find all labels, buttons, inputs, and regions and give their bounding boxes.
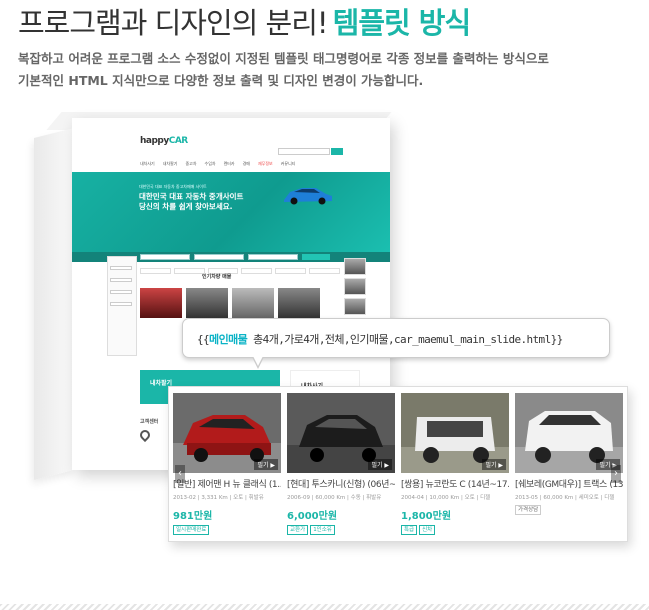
bubble-tail-inner — [253, 356, 263, 366]
site-right-ad — [344, 278, 366, 295]
site-nav-item: 경매 — [242, 161, 250, 166]
site-tab — [309, 268, 340, 274]
site-nav-item: 커뮤니티 — [280, 161, 296, 166]
listing-card[interactable]: 필기 ▶ [쉐보레(GM대우)] 트랙스 (13... 2013-05 | 60… — [515, 393, 623, 515]
headline: 프로그램과 디자인의 분리! 템플릿 방식 — [18, 0, 471, 42]
site-section-title: 인기차량 매물 — [202, 274, 232, 280]
listing-image: 필기 ▶ — [401, 393, 509, 473]
site-left-panel-field — [110, 266, 132, 270]
listing-title[interactable]: [일반] 제어맨 H 뉴 클래식 (1... — [173, 477, 281, 490]
listing-card[interactable]: 필기 ▶ [쌍용] 뉴코란도 C (14년~17... 2004-04 | 10… — [401, 393, 509, 535]
site-tab-row — [140, 268, 340, 276]
listing-title[interactable]: [쌍용] 뉴코란도 C (14년~17... — [401, 477, 509, 490]
site-tab — [241, 268, 273, 274]
site-thumb — [232, 288, 274, 318]
hero-title: 대한민국 대표 자동차 중개사이트 당신의 차를 쉽게 찾아보세요. — [139, 192, 279, 212]
listing-meta: 2013-05 | 60,000 Km | 세미오토 | 디젤 — [515, 495, 615, 501]
site-thumb — [140, 288, 182, 318]
listing-tags: 교환가 1인소유 — [287, 525, 395, 535]
headline-main: 프로그램과 디자인의 분리! — [18, 6, 329, 40]
site-left-panel-field — [110, 278, 132, 282]
site-filter-select — [140, 254, 190, 260]
hero-title-line-1: 대한민국 대표 자동차 중개사이트 — [139, 192, 244, 201]
hero-car-image — [284, 188, 332, 205]
listing-tag[interactable]: 가격상담 — [515, 505, 542, 515]
site-search-input — [278, 148, 330, 155]
listing-card[interactable]: 필기 ▶ [현대] 투스카니(신형) (06년~... 2006-09 | 60… — [287, 393, 395, 535]
location-pin-icon — [137, 427, 153, 443]
site-left-panel — [107, 256, 137, 356]
bottom-divider — [0, 604, 649, 610]
site-nav-item: 중고차 — [185, 161, 197, 166]
listing-meta: 2004-04 | 10,000 Km | 오토 | 디젤 — [401, 495, 491, 501]
listing-price: 981만원 — [173, 511, 213, 522]
template-tag-bubble: {{메인매물 총4개,가로4개,전체,인기매물,car_maemul_main_… — [182, 318, 610, 358]
listing-title[interactable]: [쉐보레(GM대우)] 트랙스 (13... — [515, 477, 623, 490]
headline-accent: 템플릿 방식 — [332, 6, 471, 40]
listing-image: 필기 ▶ — [173, 393, 281, 473]
listing-title[interactable]: [현대] 투스카니(신형) (06년~... — [287, 477, 395, 490]
description-line-1: 복잡하고 어려운 프로그램 소스 수정없이 지정된 템플릿 태그명령어로 각종 … — [18, 51, 549, 66]
listing-meta: 2013-02 | 3,331 Km | 오토 | 휘발유 — [173, 495, 264, 501]
listing-badge: 필기 ▶ — [482, 459, 506, 470]
listing-tag: 1인소유 — [310, 525, 335, 535]
listing-card[interactable]: 필기 ▶ [일반] 제어맨 H 뉴 클래식 (1... 2013-02 | 3,… — [173, 393, 281, 535]
site-logo: happyCAR — [140, 136, 188, 146]
site-logo-main: happy — [140, 136, 169, 146]
site-filter-button — [302, 254, 330, 260]
listing-badge: 필기 ▶ — [254, 459, 278, 470]
site-nav-item: 재무정보 — [257, 161, 273, 166]
site-nav-item: 수입차 — [204, 161, 216, 166]
listing-image: 필기 ▶ — [287, 393, 395, 473]
listing-tag: 교환가 — [287, 525, 309, 535]
site-right-ad — [344, 258, 366, 275]
listing-price: 6,000만원 — [287, 511, 338, 522]
site-nav-item: 내차팔기 — [162, 161, 178, 166]
listing-tag: 일시판매완료 — [173, 525, 210, 535]
listing-panel: 필기 ▶ [일반] 제어맨 H 뉴 클래식 (1... 2013-02 | 3,… — [168, 386, 628, 542]
listing-badge: 필기 ▶ — [368, 459, 392, 470]
hero-title-line-2: 당신의 차를 쉽게 찾아보세요. — [139, 202, 233, 211]
template-tag-rest: 총4개,가로4개,전체,인기매물,car_maemul_main_slide.h… — [247, 333, 563, 346]
site-tab — [275, 268, 307, 274]
listing-tags: 특급 신차 — [401, 525, 509, 535]
site-left-panel-field — [110, 290, 132, 294]
listing-tag: 특급 — [401, 525, 418, 535]
box-side — [34, 128, 74, 480]
description: 복잡하고 어려운 프로그램 소스 수정없이 지정된 템플릿 태그명령어로 각종 … — [18, 48, 628, 92]
hero-subtitle: 대한민국 대표 자동차 중고차매매 사이트 — [139, 184, 207, 189]
site-hero-banner: 대한민국 대표 자동차 중고차매매 사이트 대한민국 대표 자동차 중개사이트 … — [72, 172, 390, 252]
site-right-ad — [344, 298, 366, 315]
listing-tags: 일시판매완료 — [173, 525, 281, 535]
description-line-2: 기본적인 HTML 지식만으로 다양한 정보 출력 및 디자인 변경이 가능합니… — [18, 73, 424, 88]
site-footer-cs: 고객센터 — [140, 419, 159, 425]
site-logo-car: CAR — [168, 136, 189, 146]
chevron-right-icon[interactable]: › — [611, 465, 621, 483]
site-filter-select — [194, 254, 244, 260]
site-nav-item: 렌터카 — [223, 161, 235, 166]
site-nav-item: 내차사기 — [140, 161, 155, 166]
site-thumb-row — [140, 288, 320, 318]
site-thumb — [186, 288, 228, 318]
site-nav: 내차사기 내차팔기 중고차 수입차 렌터카 경매 재무정보 커뮤니티 — [140, 158, 370, 170]
site-thumb — [278, 288, 320, 318]
chevron-left-icon[interactable]: ‹ — [175, 465, 185, 483]
site-filter-select — [248, 254, 298, 260]
listing-meta: 2006-09 | 60,000 Km | 수동 | 휘발유 — [287, 495, 382, 501]
site-tab — [140, 268, 171, 274]
site-left-panel-field — [110, 302, 132, 306]
site-search-button — [331, 148, 343, 155]
listing-image: 필기 ▶ — [515, 393, 623, 473]
listing-tags: 가격상담 — [515, 505, 623, 515]
listing-price: 1,800만원 — [401, 511, 452, 522]
listing-tag: 신차 — [419, 525, 436, 535]
site-tab — [173, 268, 205, 274]
template-tag-highlight: 메인매물 — [209, 333, 248, 346]
template-tag-prefix: {{ — [197, 333, 210, 346]
